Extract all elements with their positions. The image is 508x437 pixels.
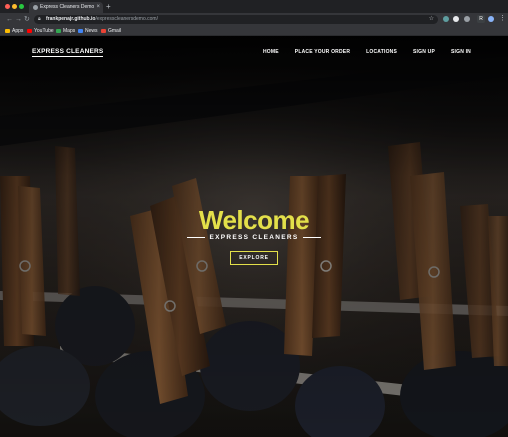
- site-brand-logo[interactable]: EXPRESS CLEANERS: [32, 48, 104, 57]
- lock-icon[interactable]: 🔒︎: [38, 16, 41, 23]
- bookmark-label: Apps: [12, 28, 24, 34]
- nav-links: HOME PLACE YOUR ORDER LOCATIONS SIGN UP …: [263, 49, 471, 55]
- page-viewport: EXPRESS CLEANERS HOME PLACE YOUR ORDER L…: [0, 36, 508, 437]
- bookmark-apps[interactable]: Apps: [5, 27, 23, 35]
- bookmark-gmail[interactable]: Gmail: [101, 27, 121, 35]
- hero-subtitle-row: EXPRESS CLEANERS: [0, 234, 508, 241]
- bookmark-news[interactable]: News: [78, 27, 98, 35]
- extension-icon[interactable]: [443, 16, 449, 22]
- nav-home[interactable]: HOME: [263, 49, 279, 55]
- nav-sign-in[interactable]: SIGN IN: [451, 49, 471, 55]
- bookmark-star-icon[interactable]: ☆: [429, 15, 434, 24]
- browser-tab[interactable]: Express Cleaners Demo ×: [29, 2, 103, 13]
- bookmarks-bar: Apps YouTube Maps News Gmail: [0, 26, 508, 36]
- bookmark-youtube[interactable]: YouTube: [27, 27, 54, 35]
- bookmark-maps[interactable]: Maps: [56, 27, 75, 35]
- hero-subtitle: EXPRESS CLEANERS: [209, 234, 299, 241]
- hero-title: Welcome: [198, 205, 310, 235]
- extension-badge-icon[interactable]: R: [477, 15, 485, 23]
- window-close-button[interactable]: [5, 4, 10, 9]
- window-minimize-button[interactable]: [12, 4, 17, 9]
- bookmark-label: Maps: [63, 28, 76, 34]
- window-maximize-button[interactable]: [19, 4, 24, 9]
- back-arrow-icon[interactable]: ←: [6, 15, 13, 24]
- explore-button[interactable]: EXPLORE: [230, 251, 278, 265]
- reload-icon[interactable]: ↻: [24, 15, 30, 24]
- extension-icon[interactable]: [453, 16, 459, 22]
- divider-line: [187, 237, 206, 238]
- bookmark-label: YouTube: [34, 28, 54, 34]
- bookmark-label: News: [85, 28, 98, 34]
- nav-sign-up[interactable]: SIGN UP: [413, 49, 435, 55]
- url-host: frankpenajr.github.io: [46, 16, 96, 22]
- browser-toolbar: ← → ↻ 🔒︎ frankpenajr.github.io/expresscl…: [0, 13, 508, 26]
- youtube-icon: [27, 29, 32, 33]
- extension-icon[interactable]: [464, 16, 470, 22]
- nav-locations[interactable]: LOCATIONS: [366, 49, 397, 55]
- bookmark-label: Gmail: [108, 28, 122, 34]
- nav-place-your-order[interactable]: PLACE YOUR ORDER: [295, 49, 350, 55]
- divider-line: [302, 237, 321, 238]
- maps-icon: [56, 29, 61, 33]
- site-navbar: EXPRESS CLEANERS HOME PLACE YOUR ORDER L…: [0, 36, 508, 70]
- hero-section: Welcome EXPRESS CLEANERS EXPLORE: [0, 206, 508, 265]
- browser-tab-bar: Express Cleaners Demo × +: [0, 0, 508, 13]
- close-icon[interactable]: ×: [96, 3, 100, 11]
- forward-arrow-icon[interactable]: →: [15, 15, 22, 24]
- url-text[interactable]: frankpenajr.github.io/expresscleanersdem…: [46, 16, 158, 23]
- apps-grid-icon: [5, 29, 10, 33]
- globe-icon: [33, 5, 38, 10]
- address-bar[interactable]: 🔒︎ frankpenajr.github.io/expresscleaners…: [34, 15, 438, 24]
- url-path: /expresscleanersdemo.com/: [95, 16, 158, 22]
- profile-avatar[interactable]: [488, 16, 494, 22]
- tab-title: Express Cleaners Demo: [40, 4, 95, 10]
- gmail-icon: [101, 29, 106, 33]
- new-tab-button[interactable]: +: [106, 2, 111, 11]
- more-menu-icon[interactable]: ⋮: [499, 14, 506, 24]
- news-icon: [78, 29, 83, 33]
